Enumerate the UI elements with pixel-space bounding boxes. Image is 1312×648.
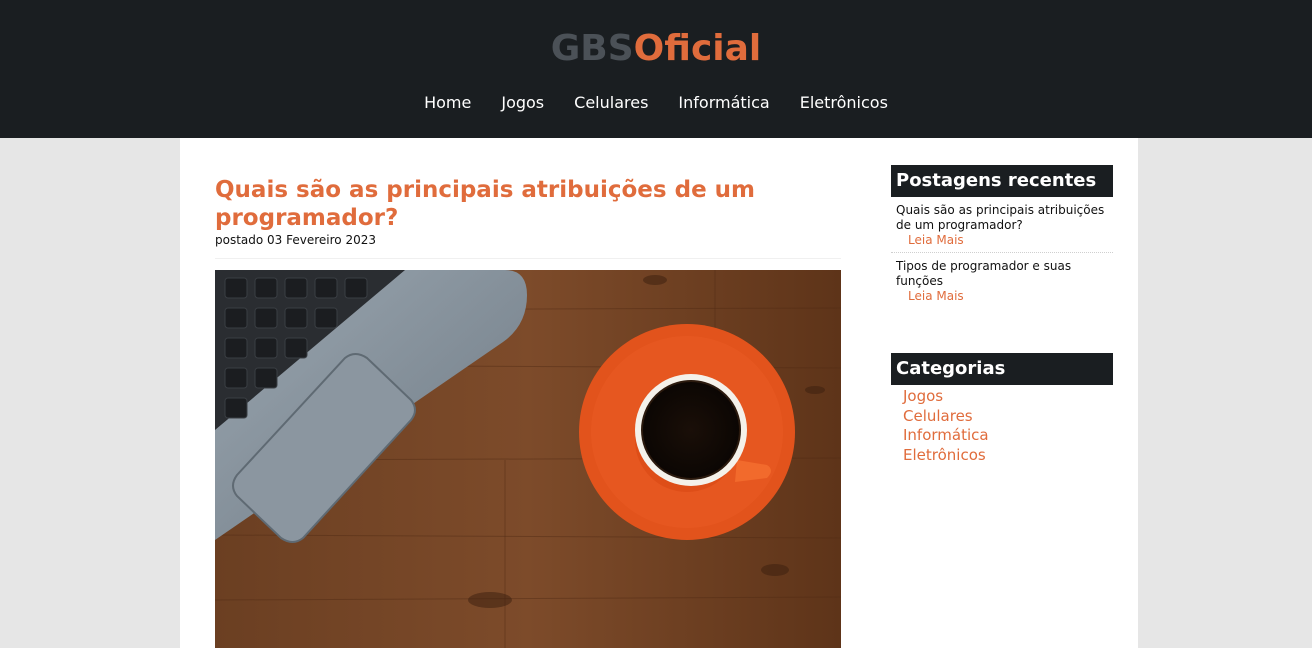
recent-post-item: Tipos de programador e suas funções Leia… [891,253,1113,308]
main-nav: Home Jogos Celulares Informática Eletrôn… [0,92,1312,114]
post-hero-image [215,270,841,648]
nav-jogos[interactable]: Jogos [501,92,544,114]
read-more-link[interactable]: Leia Mais [908,289,1108,304]
site-header: GBSOficial Home Jogos Celulares Informát… [0,0,1312,138]
nav-informatica[interactable]: Informática [678,92,769,114]
categories-list: Jogos Celulares Informática Eletrônicos [891,385,1113,465]
recent-posts-widget: Postagens recentes Quais são as principa… [891,165,1113,308]
read-more-link[interactable]: Leia Mais [908,233,1108,248]
recent-post-title[interactable]: Tipos de programador e suas funções [896,259,1071,288]
post-title[interactable]: Quais são as principais atribuições de u… [215,176,775,232]
divider [215,258,841,259]
categories-heading: Categorias [891,353,1113,385]
category-eletronicos[interactable]: Eletrônicos [903,446,1113,466]
nav-eletronicos[interactable]: Eletrônicos [800,92,888,114]
logo-part-gbs: GBS [550,28,634,69]
recent-post-title[interactable]: Quais são as principais atribuições de u… [896,203,1104,232]
category-celulares[interactable]: Celulares [903,407,1113,427]
post-date: postado 03 Fevereiro 2023 [215,233,376,247]
categories-widget: Categorias Jogos Celulares Informática E… [891,353,1113,465]
site-logo[interactable]: GBSOficial [0,28,1312,70]
category-jogos[interactable]: Jogos [903,387,1113,407]
recent-posts-heading: Postagens recentes [891,165,1113,197]
content-area: Quais são as principais atribuições de u… [180,138,1138,648]
nav-celulares[interactable]: Celulares [574,92,648,114]
nav-home[interactable]: Home [424,92,471,114]
category-informatica[interactable]: Informática [903,426,1113,446]
logo-part-oficial: Oficial [633,28,762,69]
recent-post-item: Quais são as principais atribuições de u… [891,197,1113,253]
